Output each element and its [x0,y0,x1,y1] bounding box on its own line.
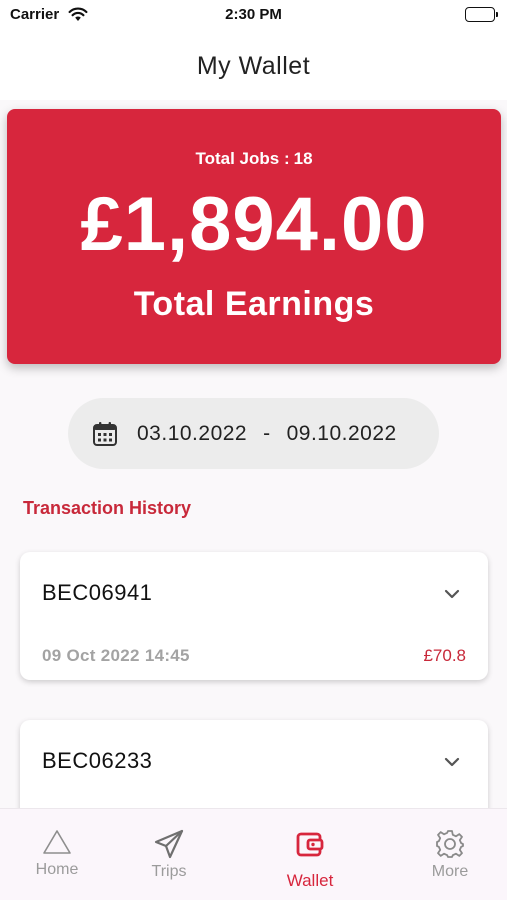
date-range-separator: - [263,422,271,445]
page-title: My Wallet [196,52,311,80]
total-jobs-count: 18 [293,149,313,168]
status-time: 2:30 PM [225,6,282,23]
tab-more-label: More [431,863,469,880]
earnings-card: Total Jobs :18 £1,894.00 Total Earnings [7,109,501,364]
chevron-down-icon[interactable] [444,586,460,604]
status-bar: Carrier 2:30 PM [0,0,507,30]
transaction-id: BEC06233 [42,748,153,773]
tab-home[interactable]: Home [7,809,107,900]
tab-wallet[interactable]: Wallet [260,809,360,900]
total-earnings-amount: £1,894.00 [80,182,428,267]
tab-trips-label: Trips [151,863,187,880]
transaction-card[interactable]: BEC06941 09 Oct 2022 14:45 £70.8 [20,552,488,680]
transaction-history-title: Transaction History [23,498,192,518]
date-range-end: 09.10.2022 [286,422,397,445]
date-range-start: 03.10.2022 [137,422,248,445]
wallet-screen: Carrier 2:30 PM My Wallet Total Jobs :18… [0,0,507,900]
wallet-icon [296,832,324,857]
chevron-down-icon[interactable] [444,754,460,772]
total-jobs-line: Total Jobs :18 [7,149,501,169]
tab-home-label: Home [35,861,79,878]
tab-trips[interactable]: Trips [119,809,219,900]
gear-icon [436,830,464,858]
calendar-icon [92,421,118,452]
triangle-home-icon [43,830,71,854]
tab-more[interactable]: More [400,809,500,900]
battery-icon [465,7,498,22]
tab-wallet-label: Wallet [286,871,334,890]
bottom-tab-bar: Home Trips Wallet More [0,808,507,900]
header: My Wallet [0,30,507,100]
transaction-date: 09 Oct 2022 14:45 [42,646,190,665]
total-earnings-label: Total Earnings [133,285,375,323]
transaction-id: BEC06941 [42,580,153,605]
paper-plane-icon [154,829,184,859]
transaction-amount: £70.8 [423,646,466,665]
total-jobs-label: Total Jobs : [195,149,290,168]
date-range-picker[interactable]: 03.10.2022-09.10.2022 [68,398,439,469]
date-range-text: 03.10.2022-09.10.2022 [137,422,397,446]
